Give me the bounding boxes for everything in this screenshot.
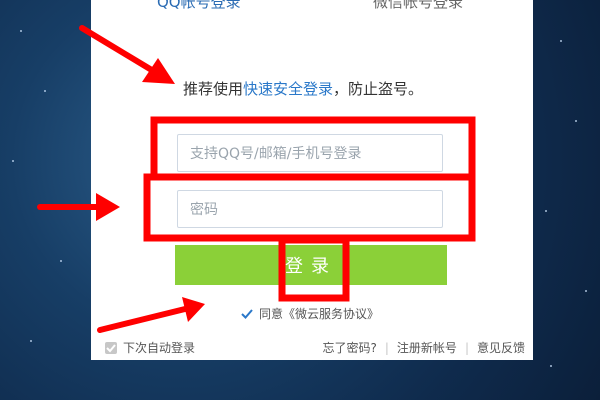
star <box>585 290 587 292</box>
star <box>20 30 22 32</box>
security-tip: 推荐使用快速安全登录，防止盗号。 <box>183 78 423 99</box>
tip-suffix: ，防止盗号。 <box>333 80 424 98</box>
login-button[interactable]: 登录 <box>175 245 447 285</box>
star <box>545 210 547 212</box>
checkbox-check-icon <box>106 343 116 352</box>
help-links: 忘了密码? | 注册新帐号 | 意见反馈 <box>323 339 526 356</box>
star <box>60 260 62 262</box>
tab-wechat-login[interactable]: 微信帐号登录 <box>373 0 463 12</box>
star <box>575 120 577 122</box>
password-input[interactable]: 密码 <box>177 190 443 228</box>
auto-login-option[interactable]: 下次自动登录 <box>105 339 195 356</box>
account-placeholder: 支持QQ号/邮箱/手机号登录 <box>190 146 362 162</box>
login-tabs: QQ帐号登录 微信帐号登录 <box>91 0 533 14</box>
footer-links: 下次自动登录 忘了密码? | 注册新帐号 | 意见反馈 <box>105 337 525 357</box>
tip-prefix: 推荐使用 <box>183 80 244 98</box>
quick-secure-login-link[interactable]: 快速安全登录 <box>243 80 333 98</box>
star <box>550 365 552 367</box>
auto-login-label: 下次自动登录 <box>123 341 196 355</box>
checkmark-icon <box>241 308 253 319</box>
agreement-text: 同意《微云服务协议》 <box>259 307 380 321</box>
account-input[interactable]: 支持QQ号/邮箱/手机号登录 <box>177 134 443 172</box>
login-panel: QQ帐号登录 微信帐号登录 推荐使用快速安全登录，防止盗号。 支持QQ号/邮箱/… <box>91 0 533 360</box>
star <box>44 90 46 92</box>
password-placeholder: 密码 <box>190 202 218 218</box>
tab-qq-login[interactable]: QQ帐号登录 <box>157 0 241 12</box>
agreement-row[interactable]: 同意《微云服务协议》 <box>241 305 379 322</box>
forgot-password-link[interactable]: 忘了密码? <box>323 339 377 356</box>
register-link[interactable]: 注册新帐号 <box>397 339 457 356</box>
auto-login-checkbox[interactable] <box>105 341 117 354</box>
star <box>560 40 562 42</box>
feedback-link[interactable]: 意见反馈 <box>477 339 525 356</box>
star <box>30 340 32 342</box>
link-separator: | <box>464 340 469 355</box>
link-separator: | <box>384 340 389 355</box>
star <box>12 160 14 162</box>
